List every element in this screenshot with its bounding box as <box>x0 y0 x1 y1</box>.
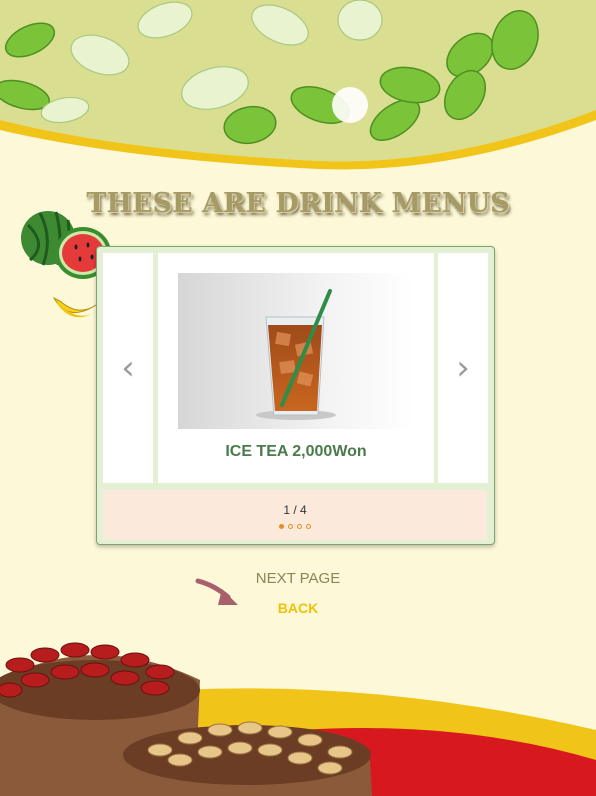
drink-name-price: ICE TEA 2,000Won <box>225 443 367 460</box>
leaf-banner <box>0 0 596 170</box>
pagination-dot-3[interactable] <box>297 524 302 529</box>
chevron-right-icon: › <box>456 348 470 388</box>
iced-tea-image <box>178 273 414 429</box>
page-title: THESE ARE DRINK MENUS <box>86 188 510 219</box>
baskets-decoration <box>0 642 596 796</box>
next-page-link[interactable]: NEXT PAGE <box>0 570 596 587</box>
chevron-left-icon: ‹ <box>121 348 135 388</box>
pagination-dots <box>103 524 487 529</box>
carousel-next-button[interactable]: › <box>438 253 488 483</box>
pagination-dot-4[interactable] <box>306 524 311 529</box>
carousel-slide: ICE TEA 2,000Won <box>158 253 434 483</box>
page-counter: 1 / 4 <box>283 503 307 517</box>
banana-icon <box>52 296 97 313</box>
carousel-pager: 1 / 4 <box>103 490 487 540</box>
pagination-dot-1[interactable] <box>279 524 284 529</box>
drink-carousel: ‹ ICE TEA 2,000Won › 1 / 4 <box>96 246 495 545</box>
pagination-dot-2[interactable] <box>288 524 293 529</box>
carousel-prev-button[interactable]: ‹ <box>103 253 153 483</box>
